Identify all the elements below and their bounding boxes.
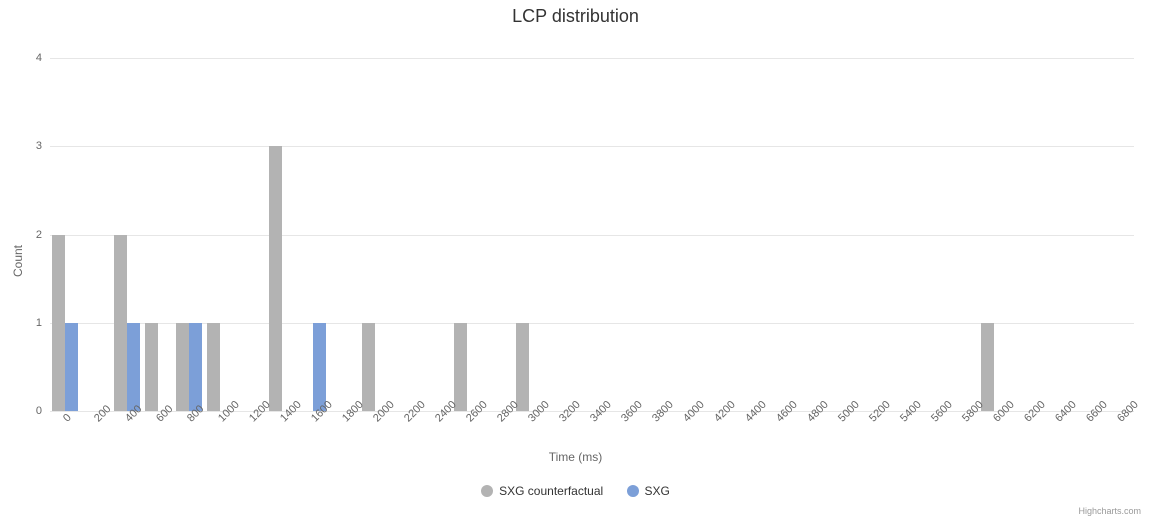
bar-sxg-1600[interactable] bbox=[313, 323, 326, 411]
lcp-distribution-chart: LCP distribution Count 01234 02004006008… bbox=[0, 0, 1151, 522]
y-tick: 3 bbox=[36, 140, 42, 152]
y-tick: 4 bbox=[36, 52, 42, 64]
x-axis-label: Time (ms) bbox=[0, 450, 1151, 464]
x-tick: 0 bbox=[61, 412, 74, 425]
bar-cf-400[interactable] bbox=[114, 235, 127, 412]
legend-label: SXG counterfactual bbox=[499, 484, 603, 498]
bar-cf-800[interactable] bbox=[176, 323, 189, 411]
bar-sxg-800[interactable] bbox=[189, 323, 202, 411]
plot-area: 01234 bbox=[50, 58, 1134, 412]
chart-title: LCP distribution bbox=[0, 6, 1151, 27]
bar-cf-6000[interactable] bbox=[981, 323, 994, 411]
legend-item-cf[interactable]: SXG counterfactual bbox=[481, 484, 603, 498]
y-tick: 2 bbox=[36, 229, 42, 241]
circle-icon bbox=[481, 485, 493, 497]
bar-cf-1400[interactable] bbox=[269, 146, 282, 411]
legend: SXG counterfactual SXG bbox=[0, 484, 1151, 500]
bar-cf-600[interactable] bbox=[145, 323, 158, 411]
bar-cf-2000[interactable] bbox=[362, 323, 375, 411]
credit-label[interactable]: Highcharts.com bbox=[1078, 506, 1141, 516]
bar-sxg-0[interactable] bbox=[65, 323, 78, 411]
bars-layer bbox=[50, 58, 1134, 411]
bar-sxg-400[interactable] bbox=[127, 323, 140, 411]
y-tick: 0 bbox=[36, 405, 42, 417]
circle-icon bbox=[627, 485, 639, 497]
y-tick: 1 bbox=[36, 317, 42, 329]
legend-item-sxg[interactable]: SXG bbox=[627, 484, 670, 498]
bar-cf-1000[interactable] bbox=[207, 323, 220, 411]
bar-cf-2600[interactable] bbox=[454, 323, 467, 411]
legend-label: SXG bbox=[645, 484, 670, 498]
y-axis-label: Count bbox=[11, 245, 25, 277]
bar-cf-0[interactable] bbox=[52, 235, 65, 412]
bar-cf-3000[interactable] bbox=[516, 323, 529, 411]
